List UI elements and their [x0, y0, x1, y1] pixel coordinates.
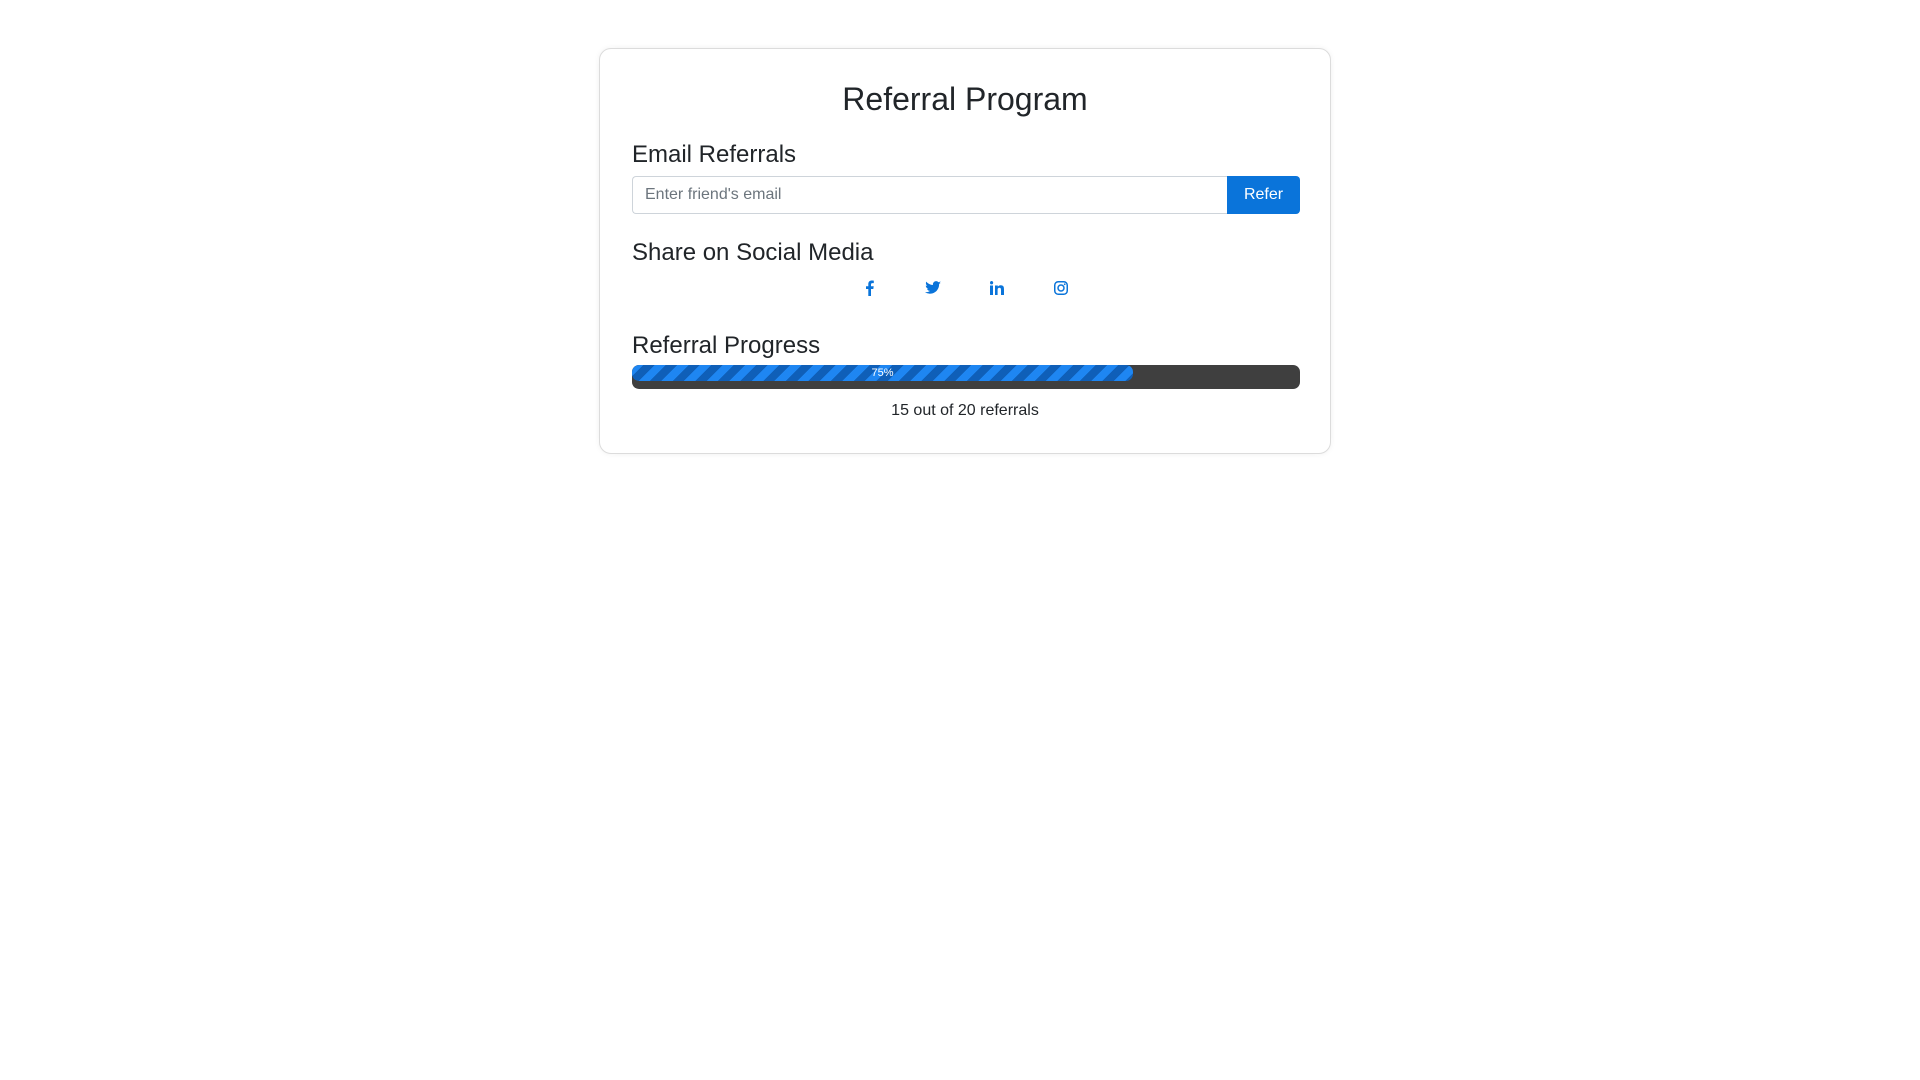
- progress-caption: 15 out of 20 referrals: [891, 402, 1039, 419]
- twitter-icon[interactable]: [925, 278, 941, 298]
- instagram-icon[interactable]: [1053, 278, 1069, 298]
- email-referrals-heading: Email Referrals: [632, 141, 797, 168]
- progress-percent-label: 75%: [871, 367, 894, 379]
- facebook-icon[interactable]: [861, 278, 877, 298]
- referral-card: Referral Program Email Referrals Refer S…: [599, 48, 1331, 454]
- friend-email-input[interactable]: [632, 176, 1227, 214]
- social-icons-row: [600, 278, 1330, 302]
- email-referral-form: Refer: [632, 176, 1300, 214]
- refer-button[interactable]: Refer: [1227, 176, 1300, 214]
- referral-progress-bar: 75%: [632, 365, 1300, 389]
- progress-fill: 75%: [632, 365, 1133, 381]
- social-share-heading: Share on Social Media: [632, 239, 874, 266]
- linkedin-icon[interactable]: [989, 278, 1005, 298]
- page-title: Referral Program: [842, 81, 1088, 117]
- referral-progress-heading: Referral Progress: [632, 332, 821, 359]
